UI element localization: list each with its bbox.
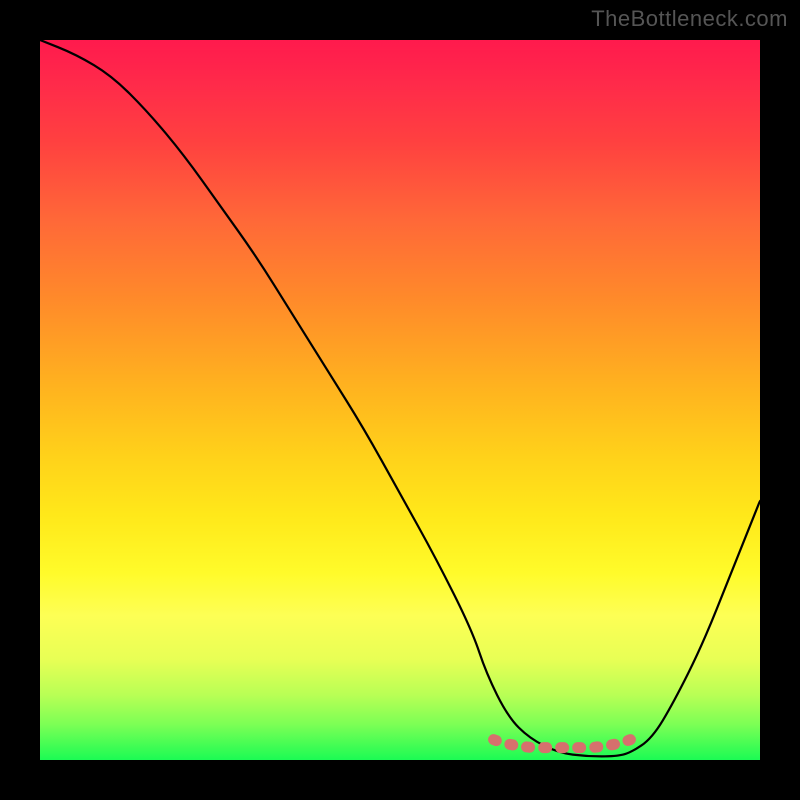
curve-svg: [40, 40, 760, 760]
plot-area: [40, 40, 760, 760]
watermark-text: TheBottleneck.com: [591, 6, 788, 32]
bottleneck-curve-path: [40, 40, 760, 756]
chart-frame: TheBottleneck.com: [0, 0, 800, 800]
optimal-band-marker: [494, 740, 631, 748]
